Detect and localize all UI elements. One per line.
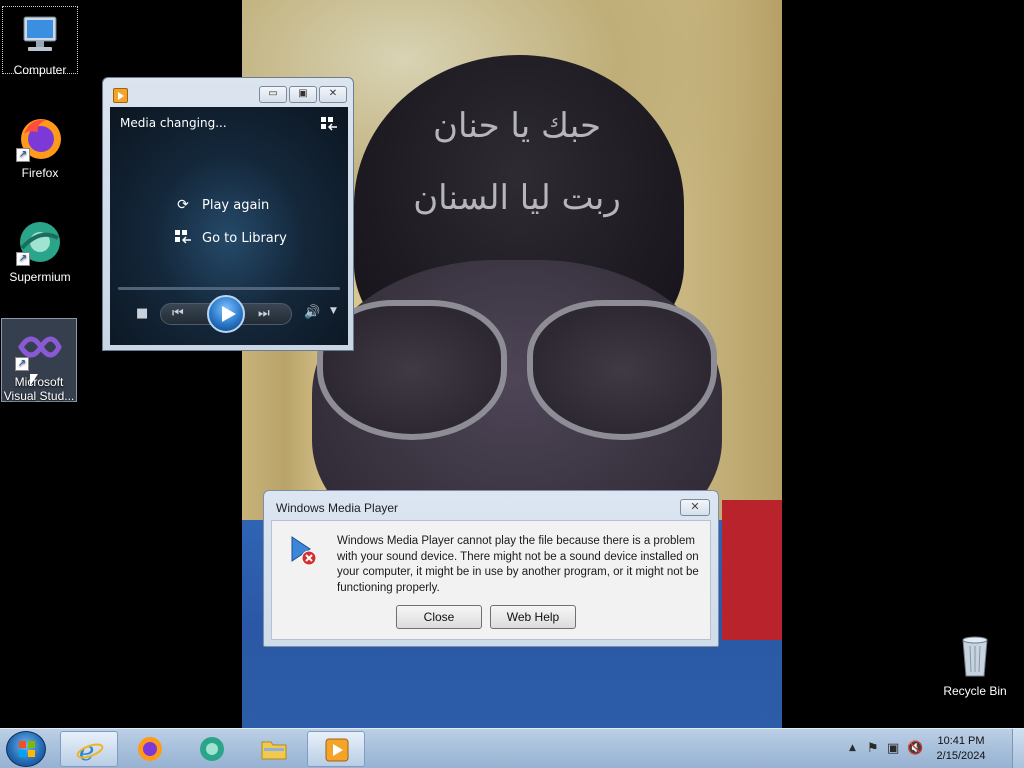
library-icon <box>174 228 192 248</box>
error-dialog[interactable]: Windows Media Player ✕ Windows Media Pla… <box>263 490 719 647</box>
next-icon[interactable]: ⏭ <box>258 306 270 321</box>
taskbar-internet-explorer[interactable]: e <box>60 731 118 767</box>
show-desktop-button[interactable] <box>1012 729 1024 768</box>
shortcut-arrow-icon: ↗ <box>16 148 30 162</box>
supermium-icon: ↗ <box>16 218 64 266</box>
volume-icon[interactable]: 🔊 <box>304 305 320 320</box>
restore-button[interactable]: ▣ <box>289 86 317 103</box>
go-to-library-option[interactable]: Go to Library <box>174 228 287 248</box>
dialog-close-button[interactable]: ✕ <box>680 499 710 516</box>
replay-icon: ⟳ <box>177 197 189 213</box>
taskbar-supermium[interactable] <box>183 731 241 767</box>
media-player-icon <box>325 738 349 762</box>
taskbar-windows-media-player[interactable] <box>307 731 365 767</box>
dialog-message: Windows Media Player cannot play the fil… <box>337 535 699 594</box>
folder-icon <box>261 741 287 760</box>
dialog-title: Windows Media Player <box>276 501 399 515</box>
shortcut-arrow-icon: ↗ <box>16 252 30 266</box>
windows-logo-icon <box>19 741 35 757</box>
switch-to-library-icon[interactable] <box>320 115 338 135</box>
volume-muted-icon[interactable]: 🔇 <box>907 741 923 756</box>
play-button[interactable] <box>207 295 245 333</box>
media-error-icon <box>288 534 318 566</box>
network-icon[interactable]: ▣ <box>887 741 899 756</box>
firefox-icon: ↗ <box>16 114 64 162</box>
close-button[interactable]: Close <box>396 605 482 629</box>
show-hidden-icons-icon[interactable]: ▲ <box>849 743 856 753</box>
taskbar: e ▲ ⚑ ▣ 🔇 10:41 PM 2/15/2024 <box>0 728 1024 768</box>
supermium-icon <box>200 737 224 761</box>
dialog-body: Windows Media Player cannot play the fil… <box>271 520 711 640</box>
taskbar-file-explorer[interactable] <box>245 731 303 767</box>
computer-icon <box>16 11 64 59</box>
play-again-option[interactable]: ⟳ Play again <box>174 197 269 213</box>
firefox-icon <box>138 737 162 761</box>
visual-studio-icon: ↗ <box>15 323 63 371</box>
desktop-icon-firefox[interactable]: ↗ Firefox <box>2 110 78 180</box>
taskbar-firefox[interactable] <box>121 731 179 767</box>
stop-icon[interactable]: ■ <box>136 306 148 321</box>
internet-explorer-icon: e <box>76 737 104 763</box>
previous-icon[interactable]: ⏮ <box>172 306 184 321</box>
seek-bar[interactable] <box>118 287 340 290</box>
wallpaper-arabic-text: حبك يا حنان ربت ليا السنان <box>413 106 621 218</box>
player-status-text: Media changing... <box>120 116 227 130</box>
start-button[interactable] <box>6 731 46 767</box>
clock[interactable]: 10:41 PM 2/15/2024 <box>925 734 997 764</box>
playback-controls: ■ ⏮ ⏭ 🔊 ▼ <box>110 295 348 335</box>
player-screen: Media changing... ⟳ Play again Go to Lib… <box>110 107 348 345</box>
media-player-window[interactable]: ▭ ▣ ✕ Media changing... ⟳ Play again Go … <box>102 77 354 351</box>
close-button[interactable]: ✕ <box>319 86 347 103</box>
action-center-flag-icon[interactable]: ⚑ <box>867 741 879 756</box>
chevron-down-icon[interactable]: ▼ <box>330 306 337 316</box>
media-player-app-icon <box>113 88 128 103</box>
desktop-icon-supermium[interactable]: ↗ Supermium <box>2 214 78 284</box>
desktop-icon-computer[interactable]: Computer <box>2 6 78 77</box>
minimize-button[interactable]: ▭ <box>259 86 287 103</box>
mouse-cursor-icon <box>30 374 38 386</box>
shortcut-arrow-icon: ↗ <box>15 357 29 371</box>
system-tray: ▲ ⚑ ▣ 🔇 10:41 PM 2/15/2024 <box>839 729 1024 768</box>
recycle-bin-icon <box>951 632 999 680</box>
desktop-icon-visual-studio[interactable]: ↗ Microsoft Visual Stud... <box>1 318 77 403</box>
desktop-icon-recycle-bin[interactable]: Recycle Bin <box>940 628 1010 698</box>
web-help-button[interactable]: Web Help <box>490 605 576 629</box>
